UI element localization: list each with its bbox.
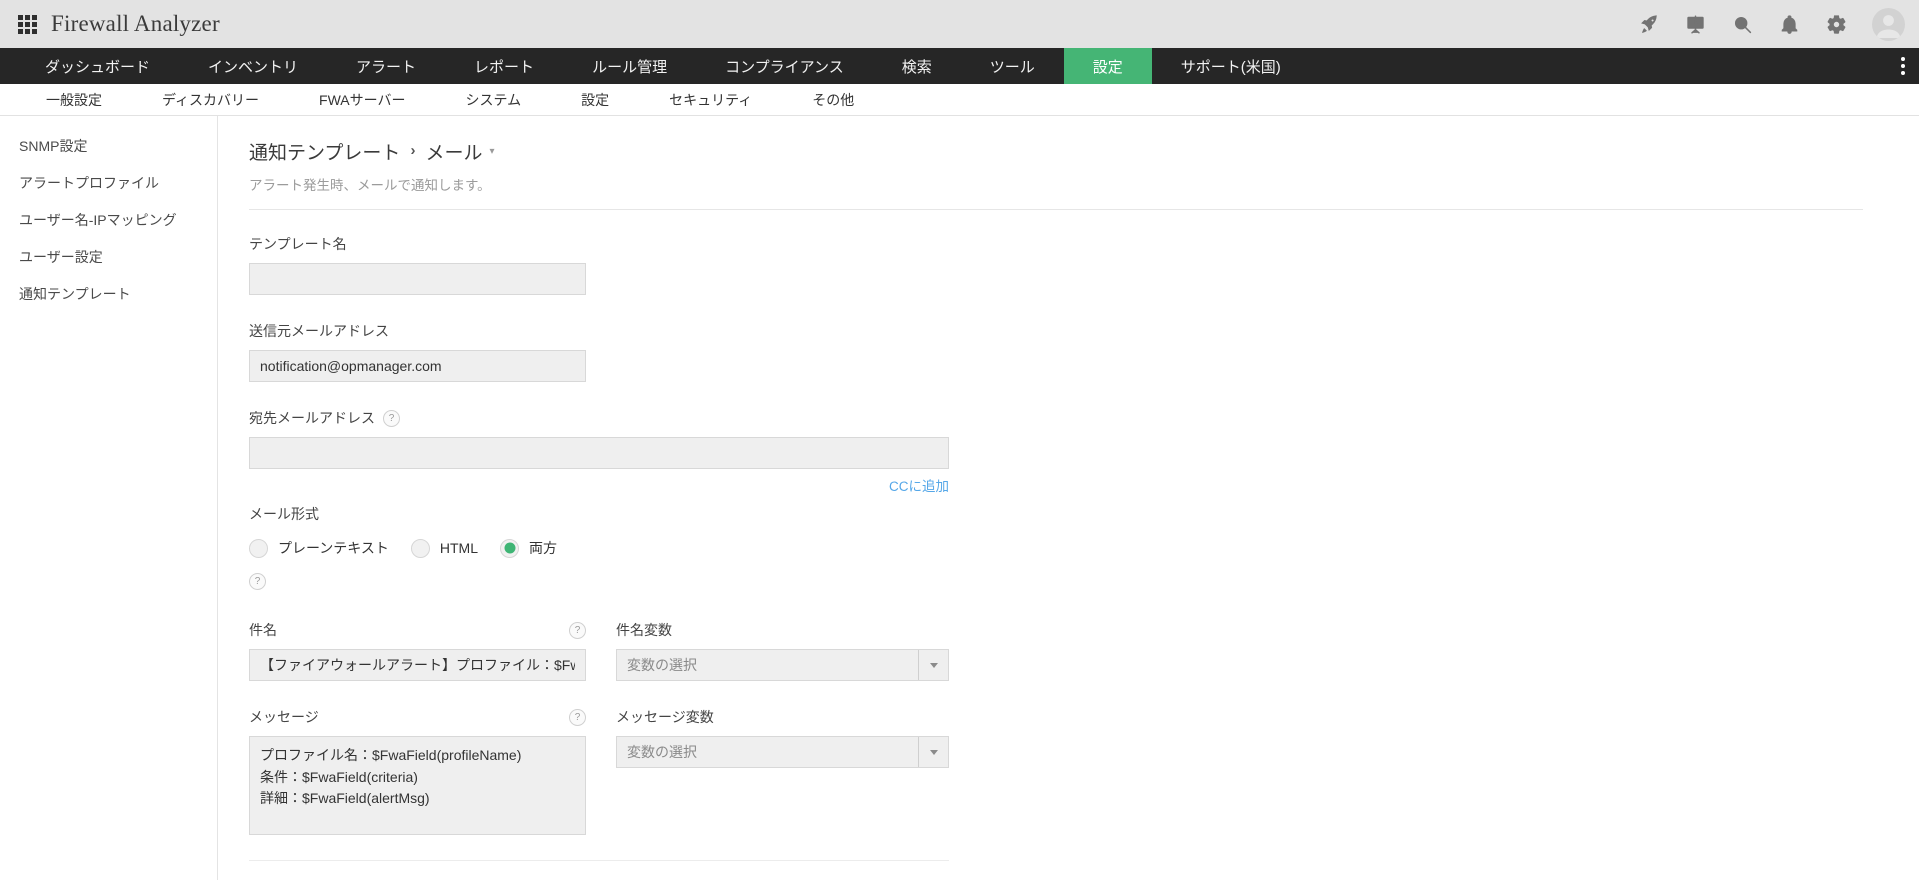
nav-settings[interactable]: 設定 <box>1063 48 1152 84</box>
template-name-label: テンプレート名 <box>249 236 347 252</box>
sidebar-item-snmp-settings[interactable]: SNMP設定 <box>0 128 217 165</box>
title-divider <box>249 209 1863 210</box>
nav-support[interactable]: サポート(米国) <box>1152 48 1310 84</box>
message-textarea[interactable]: プロファイル名：$FwaField(profileName) 条件：$FwaFi… <box>249 736 586 835</box>
radio-icon <box>500 538 520 558</box>
nav-reports[interactable]: レポート <box>445 48 563 84</box>
template-name-input[interactable] <box>249 263 586 295</box>
add-cc-link[interactable]: CCに追加 <box>889 479 949 494</box>
page: Firewall Analyzer ダッシュボード インベントリ アラート レポ… <box>0 0 1919 881</box>
page-subtitle: アラート発生時、メールで通知します。 <box>249 178 491 193</box>
chevron-right-icon: › <box>410 142 416 159</box>
breadcrumb-parent[interactable]: 通知テンプレート <box>249 138 400 165</box>
app-grid-icon[interactable] <box>18 14 37 34</box>
radio-plain-text[interactable]: プレーンテキスト <box>249 538 389 558</box>
bell-icon[interactable] <box>1778 13 1800 35</box>
sidebar-item-notification-templates[interactable]: 通知テンプレート <box>0 276 217 313</box>
chevron-down-icon: ▾ <box>489 146 495 157</box>
app-title: Firewall Analyzer <box>51 11 220 36</box>
more-menu-icon[interactable] <box>1897 53 1909 79</box>
topbar: Firewall Analyzer <box>0 0 1919 48</box>
subnav-system[interactable]: システム <box>435 90 551 110</box>
help-icon[interactable]: ? <box>383 409 400 427</box>
radio-icon <box>410 538 430 558</box>
rocket-icon[interactable] <box>1637 13 1659 35</box>
to-email-input[interactable] <box>249 437 949 469</box>
subnav-settings[interactable]: 設定 <box>551 90 639 110</box>
main-content: 通知テンプレート › メール ▾ アラート発生時、メールで通知します。 テンプレ… <box>218 116 1919 880</box>
nav-tools[interactable]: ツール <box>961 48 1064 84</box>
breadcrumb-current-label: メール <box>425 143 483 164</box>
email-template-form: テンプレート名 送信元メールアドレス 宛先メールアドレス ? CCに追加 <box>249 234 949 881</box>
chevron-down-icon <box>918 650 948 680</box>
nav-alerts[interactable]: アラート <box>327 48 445 84</box>
mail-format-radio-group: プレーンテキスト HTML 両方 <box>249 538 949 558</box>
sidebar-item-user-settings[interactable]: ユーザー設定 <box>0 239 217 276</box>
subject-label: 件名 ? <box>249 620 586 640</box>
form-footer: 戻る キャンセル テスト実行 保存 <box>249 860 949 881</box>
subject-vars-select[interactable]: 変数の選択 <box>616 649 949 681</box>
radio-html[interactable]: HTML <box>410 538 478 558</box>
subnav-discovery[interactable]: ディスカバリー <box>132 90 289 110</box>
user-avatar[interactable] <box>1872 7 1905 41</box>
sidebar-item-alert-profiles[interactable]: アラートプロファイル <box>0 165 217 202</box>
breadcrumb: 通知テンプレート › メール ▾ <box>249 138 1863 165</box>
message-vars-select[interactable]: 変数の選択 <box>616 736 949 768</box>
presentation-play-icon[interactable] <box>1684 13 1706 35</box>
mail-format-label: メール形式 <box>249 506 319 522</box>
message-vars-label: メッセージ変数 <box>616 709 714 725</box>
nav-inventory[interactable]: インベントリ <box>179 48 327 84</box>
chevron-down-icon <box>918 737 948 767</box>
nav-dashboard[interactable]: ダッシュボード <box>16 48 179 84</box>
main-nav: ダッシュボード インベントリ アラート レポート ルール管理 コンプライアンス … <box>0 48 1919 84</box>
nav-search[interactable]: 検索 <box>873 48 961 84</box>
nav-rule-management[interactable]: ルール管理 <box>563 48 696 84</box>
radio-both[interactable]: 両方 <box>500 538 557 558</box>
subnav-others[interactable]: その他 <box>782 90 884 110</box>
to-email-label: 宛先メールアドレス ? <box>249 408 949 428</box>
help-icon[interactable]: ? <box>569 708 586 726</box>
nav-compliance[interactable]: コンプライアンス <box>696 48 873 84</box>
subnav-fwa-server[interactable]: FWAサーバー <box>289 90 435 110</box>
subnav-security[interactable]: セキュリティ <box>639 90 782 110</box>
subnav-general-settings[interactable]: 一般設定 <box>16 90 132 110</box>
from-email-label: 送信元メールアドレス <box>249 323 389 339</box>
breadcrumb-current-dropdown[interactable]: メール ▾ <box>425 138 494 165</box>
radio-icon <box>249 538 268 558</box>
subject-vars-label: 件名変数 <box>616 622 672 638</box>
search-icon[interactable] <box>1731 13 1753 35</box>
subject-input[interactable] <box>249 649 586 681</box>
help-icon[interactable]: ? <box>249 573 266 590</box>
message-label: メッセージ ? <box>249 707 586 727</box>
sub-nav: 一般設定 ディスカバリー FWAサーバー システム 設定 セキュリティ その他 <box>0 84 1919 116</box>
sidebar-item-username-ip-mapping[interactable]: ユーザー名-IPマッピング <box>0 202 217 239</box>
settings-sidebar: SNMP設定 アラートプロファイル ユーザー名-IPマッピング ユーザー設定 通… <box>0 116 218 880</box>
help-icon[interactable]: ? <box>569 621 586 639</box>
gear-icon[interactable] <box>1825 13 1847 35</box>
from-email-input[interactable] <box>249 350 586 382</box>
